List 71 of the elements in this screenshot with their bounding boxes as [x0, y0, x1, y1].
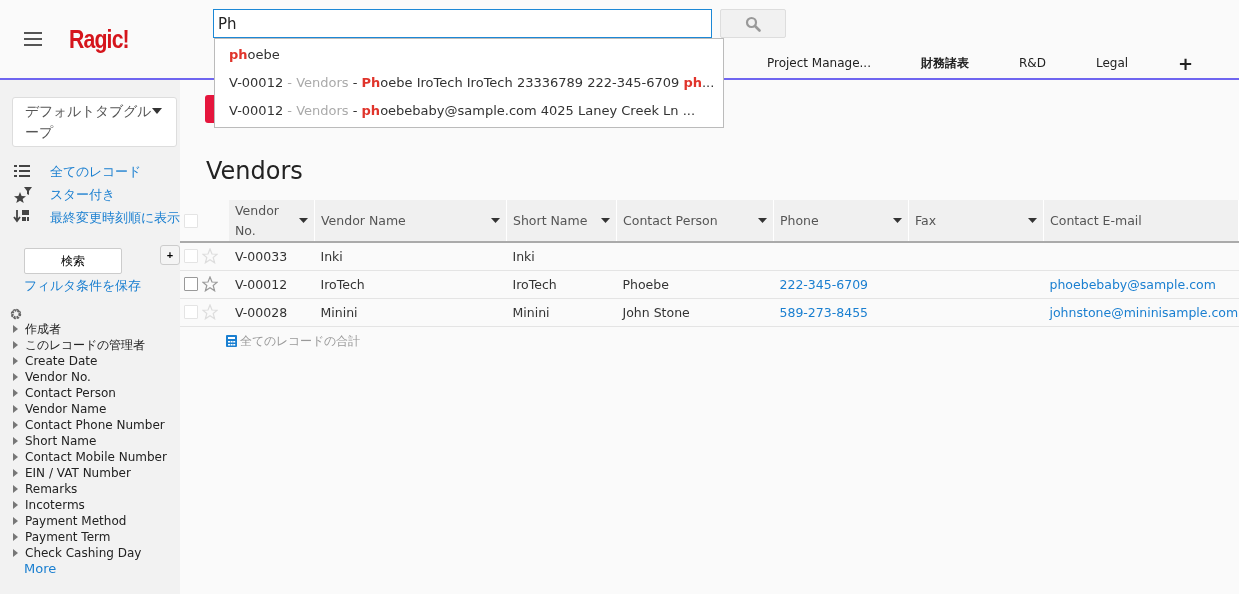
filter-field[interactable]: Create Date — [25, 354, 98, 368]
checkbox[interactable] — [184, 277, 198, 291]
column-header[interactable]: Vendor No. — [229, 200, 315, 242]
caret-icon — [601, 218, 610, 223]
table-cell: Minini — [512, 304, 550, 320]
email-link[interactable]: johnstone@mininisample.com — [1049, 304, 1239, 320]
filter-field[interactable]: Vendor Name — [25, 402, 107, 416]
filter-field[interactable]: Payment Method — [25, 514, 127, 528]
table-cell: V-00028 — [235, 304, 288, 320]
view-link[interactable]: 最終変更時刻順に表示 — [50, 209, 180, 227]
tab-group-dropdown[interactable]: デフォルトタブグループ — [12, 97, 177, 147]
menu-icon[interactable] — [24, 32, 42, 46]
column-header[interactable]: Fax — [908, 200, 1044, 242]
filter-field[interactable]: Vendor No. — [25, 370, 91, 384]
view-link[interactable]: スター付き — [50, 186, 115, 204]
search-button[interactable] — [720, 9, 786, 38]
table-cell: Inki — [512, 248, 535, 264]
phone-link[interactable]: 222-345-6709 — [779, 276, 869, 292]
filter-field[interactable]: Incoterms — [25, 498, 85, 512]
page-title: Vendors — [206, 156, 304, 187]
table-cell: V-00012 — [235, 276, 288, 292]
table-cell: Minini — [320, 304, 358, 320]
filter-field[interactable]: Payment Term — [25, 530, 111, 544]
tab[interactable]: 財務諸表 — [921, 54, 969, 72]
filter-field[interactable]: Contact Mobile Number — [25, 450, 167, 464]
star-icon[interactable] — [202, 276, 218, 292]
table-cell: V-00033 — [235, 248, 288, 264]
logo[interactable]: Ragic! — [69, 24, 129, 54]
table-cell: IroTech — [512, 276, 557, 292]
filter-field[interactable]: 作成者 — [25, 320, 61, 338]
filter-field[interactable]: このレコードの管理者 — [25, 336, 145, 354]
phone-link[interactable]: 589-273-8455 — [779, 304, 869, 320]
filter-field[interactable]: EIN / VAT Number — [25, 466, 131, 480]
column-header[interactable]: Contact E-mail — [1043, 200, 1239, 242]
caret-icon — [758, 218, 767, 223]
add-button[interactable]: + — [160, 245, 180, 265]
suggestion-item[interactable]: V-00012 - Vendors - phoebebaby@sample.com 4025 Laney Creek Ln ... — [215, 97, 723, 125]
tab[interactable]: Legal — [1095, 56, 1129, 70]
filter-field[interactable]: Contact Person — [25, 386, 116, 400]
column-header[interactable]: Short Name — [506, 200, 617, 242]
column-header[interactable]: Contact Person — [616, 200, 774, 242]
filter-field[interactable]: Check Cashing Day — [25, 546, 142, 560]
more-link[interactable]: More — [24, 561, 57, 576]
caret-icon — [299, 218, 308, 223]
search-icon — [745, 15, 761, 32]
suggestion-item[interactable]: V-00012 - Vendors - Phoebe IroTech IroTech 23336789 222-345-6709 ph... — [215, 69, 723, 97]
filter-field[interactable]: Contact Phone Number — [25, 418, 165, 432]
search-button[interactable]: 検索 — [24, 248, 122, 274]
column-header[interactable]: Vendor Name — [314, 200, 507, 242]
save-filter-link[interactable]: フィルタ条件を保存 — [24, 277, 141, 295]
caret-icon — [491, 218, 500, 223]
view-link[interactable]: 全てのレコード — [50, 163, 141, 181]
column-header[interactable]: Phone — [773, 200, 909, 242]
add-tab-button[interactable]: + — [1178, 52, 1194, 74]
star-filter-icon — [13, 186, 33, 204]
calculator-icon — [226, 335, 237, 347]
filter-field[interactable]: Remarks — [25, 482, 78, 496]
table-cell: Phoebe — [622, 276, 669, 292]
caret-icon — [1028, 218, 1037, 223]
table-cell: Inki — [320, 248, 343, 264]
tab[interactable]: R&D — [1019, 56, 1046, 70]
caret-icon — [152, 108, 162, 114]
suggestion-item[interactable]: phoebe — [215, 41, 723, 69]
table-cell: John Stone — [622, 304, 690, 320]
email-link[interactable]: phoebebaby@sample.com — [1049, 276, 1216, 292]
gear-icon — [10, 308, 22, 320]
tab[interactable]: Project Manage... — [767, 56, 871, 70]
table-cell: IroTech — [320, 276, 365, 292]
search-field[interactable]: Ph — [213, 9, 712, 38]
filter-field[interactable]: Short Name — [25, 434, 97, 448]
caret-icon — [893, 218, 902, 223]
